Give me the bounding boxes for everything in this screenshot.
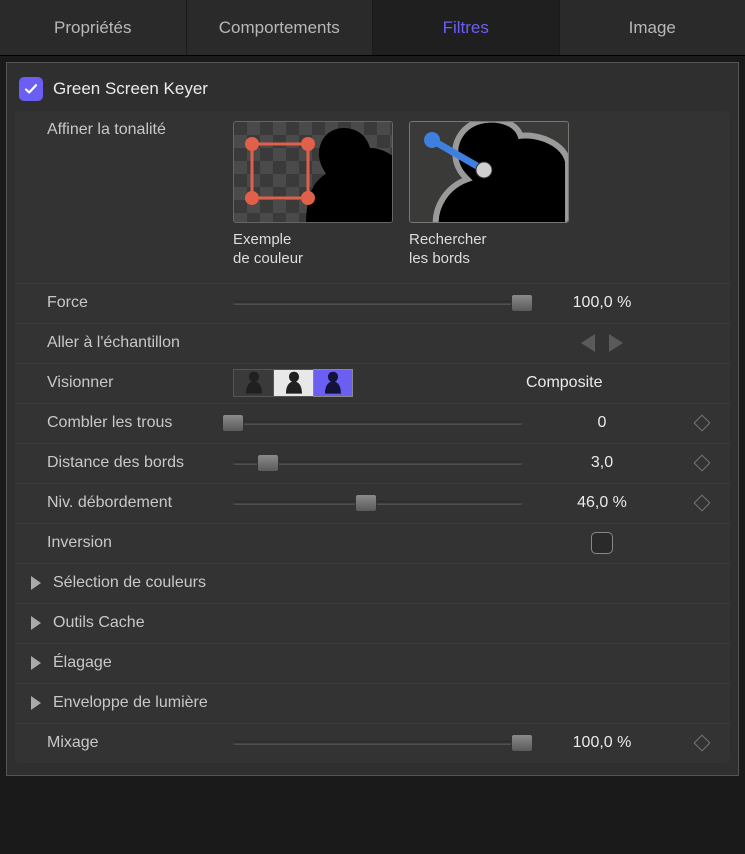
row-fill-holes: Combler les trous 0 [15, 403, 730, 443]
tool-sample-color[interactable]: Exemple de couleur [233, 121, 393, 269]
tab-filters[interactable]: Filtres [373, 0, 560, 55]
label-invert: Inversion [23, 534, 233, 552]
tab-properties[interactable]: Propriétés [0, 0, 187, 55]
row-color-selection[interactable]: Sélection de couleurs [15, 563, 730, 603]
label-jump-sample: Aller à l'échantillon [23, 334, 233, 352]
sample-box-icon [244, 136, 316, 206]
tab-label: Filtres [443, 18, 489, 38]
check-icon [23, 81, 39, 97]
label-fill-holes: Combler les trous [23, 414, 233, 432]
value-view-mode: Composite [522, 374, 682, 392]
view-mode-composite[interactable] [313, 369, 353, 397]
label-view: Visionner [23, 374, 233, 392]
slider-strength[interactable] [233, 301, 522, 305]
filter-header: Green Screen Keyer [15, 73, 730, 111]
row-edge-distance: Distance des bords 3,0 [15, 443, 730, 483]
slider-thumb[interactable] [511, 294, 533, 312]
tool-edges[interactable]: Rechercher les bords [409, 121, 569, 269]
disclosure-triangle-icon [31, 696, 41, 710]
sample-color-thumb [233, 121, 393, 223]
refine-tools: Exemple de couleur [233, 121, 569, 269]
disclosure-triangle-icon [31, 576, 41, 590]
head-icon [321, 370, 345, 394]
head-icon [242, 370, 266, 394]
slider-thumb[interactable] [511, 734, 533, 752]
label-refine-key: Affiner la tonalité [23, 121, 233, 139]
group-label-light-wrap: Enveloppe de lumière [53, 694, 208, 712]
row-spill-level: Niv. débordement 46,0 % [15, 483, 730, 523]
head-icon [282, 370, 306, 394]
tool-sample-color-label: Exemple de couleur [233, 231, 393, 269]
value-fill-holes[interactable]: 0 [522, 414, 682, 432]
edges-thumb [409, 121, 569, 223]
tab-label: Image [629, 18, 676, 38]
slider-edge-distance[interactable] [233, 461, 522, 465]
view-mode-matte[interactable] [273, 369, 313, 397]
value-strength[interactable]: 100,0 % [522, 294, 682, 312]
view-mode-switch [233, 369, 353, 397]
slider-spill-level[interactable] [233, 501, 522, 505]
tab-behaviors[interactable]: Comportements [187, 0, 374, 55]
tab-label: Propriétés [54, 18, 131, 38]
slider-mix[interactable] [233, 741, 522, 745]
filter-params: Affiner la tonalité [15, 111, 730, 763]
value-mix[interactable]: 100,0 % [522, 734, 682, 752]
group-label-spill-suppression: Élagage [53, 654, 112, 672]
row-matte-tools[interactable]: Outils Cache [15, 603, 730, 643]
group-label-color-selection: Sélection de couleurs [53, 574, 206, 592]
row-invert: Inversion [15, 523, 730, 563]
row-strength: Force 100,0 % [15, 283, 730, 323]
disclosure-triangle-icon [31, 656, 41, 670]
view-mode-original[interactable] [233, 369, 273, 397]
row-mix: Mixage 100,0 % [15, 723, 730, 763]
tab-label: Comportements [219, 18, 340, 38]
row-refine-key: Affiner la tonalité [15, 111, 730, 283]
edge-handle-icon [422, 130, 500, 180]
filter-enabled-checkbox[interactable] [19, 77, 43, 101]
label-edge-distance: Distance des bords [23, 454, 233, 472]
disclosure-triangle-icon [31, 616, 41, 630]
label-mix: Mixage [23, 734, 233, 752]
slider-thumb[interactable] [222, 414, 244, 432]
tab-image[interactable]: Image [560, 0, 745, 55]
row-jump-sample: Aller à l'échantillon [15, 323, 730, 363]
slider-fill-holes[interactable] [233, 421, 522, 425]
keyframe-button[interactable] [694, 455, 711, 472]
keyframe-button[interactable] [694, 415, 711, 432]
row-view: Visionner Composite [15, 363, 730, 403]
value-spill-level[interactable]: 46,0 % [522, 494, 682, 512]
next-sample-button[interactable] [609, 334, 623, 352]
keyframe-button[interactable] [694, 495, 711, 512]
tool-edges-label: Rechercher les bords [409, 231, 569, 269]
filter-title: Green Screen Keyer [53, 79, 208, 99]
invert-checkbox[interactable] [591, 532, 613, 554]
slider-thumb[interactable] [355, 494, 377, 512]
value-edge-distance[interactable]: 3,0 [522, 454, 682, 472]
inspector-tabbar: Propriétés Comportements Filtres Image [0, 0, 745, 56]
keyframe-button[interactable] [694, 735, 711, 752]
slider-thumb[interactable] [257, 454, 279, 472]
filters-panel: Green Screen Keyer Affiner la tonalité [6, 62, 739, 776]
label-strength: Force [23, 294, 233, 312]
group-label-matte-tools: Outils Cache [53, 614, 145, 632]
label-spill-level: Niv. débordement [23, 494, 233, 512]
row-spill-suppression[interactable]: Élagage [15, 643, 730, 683]
row-light-wrap[interactable]: Enveloppe de lumière [15, 683, 730, 723]
prev-sample-button[interactable] [581, 334, 595, 352]
